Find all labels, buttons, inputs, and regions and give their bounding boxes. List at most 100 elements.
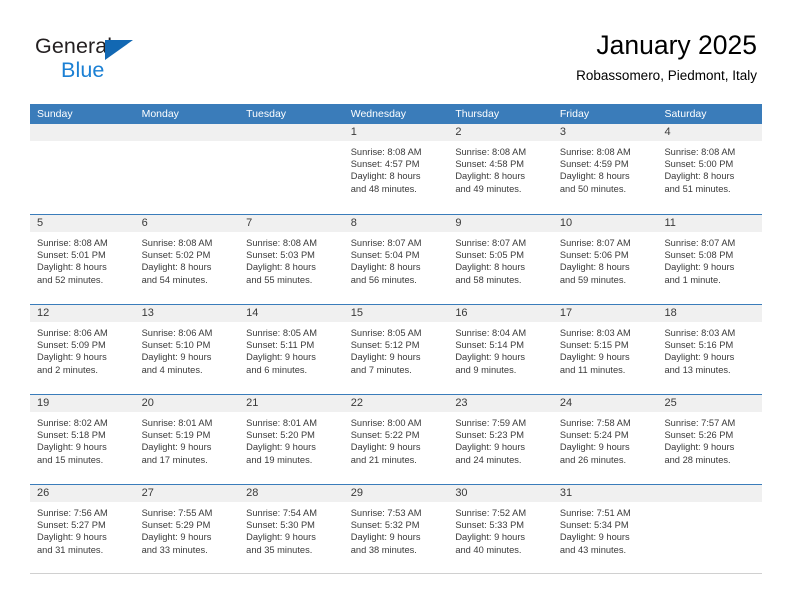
day-detail-line: Sunrise: 8:00 AM: [350, 418, 422, 428]
day-detail-line: and 15 minutes.: [37, 454, 104, 465]
calendar-day-cell[interactable]: 20 Sunrise: 8:01 AM Sunset: 5:19 PM Dayligh…: [134, 395, 240, 484]
day-detail-line: Sunset: 5:01 PM: [37, 250, 106, 261]
day-details: Sunrise: 8:07 AM Sunset: 5:08 PM Daylight:…: [657, 232, 762, 286]
day-detail-line: Sunset: 5:34 PM: [559, 520, 629, 531]
day-detail-line: Sunrise: 8:08 AM: [664, 147, 736, 157]
day-detail-line: Daylight: 9 hours: [141, 352, 212, 363]
day-detail-line: Daylight: 9 hours: [37, 352, 107, 363]
calendar-day-cell[interactable]: 1 Sunrise: 8:08 AM Sunset: 4:57 PM Daylight…: [343, 124, 449, 214]
day-detail-line: Daylight: 9 hours: [455, 442, 526, 453]
day-detail-line: Sunrise: 8:08 AM: [37, 238, 108, 248]
day-number: 28: [246, 487, 259, 499]
day-of-week-header-row: Sunday Monday Tuesday Wednesday Thursday Frid…: [30, 104, 762, 124]
calendar-day-cell[interactable]: 16 Sunrise: 8:04 AM Sunset: 5:14 PM Dayligh…: [448, 305, 553, 394]
calendar-day-cell[interactable]: 24 Sunrise: 7:58 AM Sunset: 5:24 PM Dayligh…: [552, 395, 658, 484]
day-number-band: [657, 124, 763, 141]
day-detail-line: and 56 minutes.: [350, 274, 417, 285]
calendar-day-cell[interactable]: 28 Sunrise: 7:54 AM Sunset: 5:30 PM Dayligh…: [239, 485, 344, 573]
calendar-day-cell[interactable]: 14 Sunrise: 8:05 AM Sunset: 5:11 PM Dayligh…: [239, 305, 344, 394]
calendar-day-cell[interactable]: 10 Sunrise: 8:07 AM Sunset: 5:06 PM Dayligh…: [552, 215, 658, 304]
day-number-band: [134, 124, 240, 141]
calendar-day-cell[interactable]: 2 Sunrise: 8:08 AM Sunset: 4:58 PM Daylight…: [448, 124, 553, 214]
calendar-day-cell[interactable]: 19 Sunrise: 8:02 AM Sunset: 5:18 PM Dayligh…: [30, 395, 135, 484]
day-detail-line: Sunset: 5:15 PM: [559, 340, 629, 351]
day-detail-line: Sunset: 5:00 PM: [664, 159, 734, 170]
day-number: 23: [455, 397, 468, 409]
day-number: 25: [664, 397, 677, 409]
day-detail-line: Sunset: 5:19 PM: [141, 430, 211, 441]
calendar-day-cell[interactable]: 26 Sunrise: 7:56 AM Sunset: 5:27 PM Dayligh…: [30, 485, 135, 573]
day-detail-line: Sunset: 5:27 PM: [37, 520, 106, 531]
calendar-day-cell[interactable]: 29 Sunrise: 7:53 AM Sunset: 5:32 PM Dayligh…: [343, 485, 449, 573]
day-details: Sunrise: 8:08 AM Sunset: 5:01 PM Daylight:…: [30, 232, 135, 286]
day-number: 19: [37, 397, 50, 409]
day-detail-line: and 7 minutes.: [350, 364, 412, 375]
day-detail-line: Daylight: 9 hours: [37, 532, 107, 543]
day-details: Sunrise: 7:57 AM Sunset: 5:26 PM Daylight:…: [657, 412, 762, 466]
day-detail-line: Sunset: 5:30 PM: [246, 520, 315, 531]
day-detail-line: Daylight: 8 hours: [455, 262, 526, 273]
calendar-day-cell[interactable]: 11 Sunrise: 8:07 AM Sunset: 5:08 PM Dayligh…: [657, 215, 763, 304]
day-detail-line: and 6 minutes.: [246, 364, 308, 375]
day-detail-line: and 35 minutes.: [246, 544, 313, 555]
generalblue-logo[interactable]: General Blue: [35, 34, 235, 86]
day-number: 18: [664, 307, 677, 319]
day-of-week-header-friday: Friday: [559, 108, 590, 120]
day-detail-line: Daylight: 8 hours: [664, 171, 735, 182]
day-number-band: [448, 215, 553, 232]
day-number: 12: [37, 307, 50, 319]
day-detail-line: and 26 minutes.: [559, 454, 627, 465]
calendar-day-cell[interactable]: 17 Sunrise: 8:03 AM Sunset: 5:15 PM Dayligh…: [552, 305, 658, 394]
day-detail-line: and 54 minutes.: [141, 274, 208, 285]
calendar-day-cell-empty: [239, 124, 344, 214]
day-detail-line: Sunrise: 8:07 AM: [455, 238, 527, 248]
title-block: January 2025 Robassomero, Piedmont, Ital…: [576, 28, 757, 86]
day-number: 7: [246, 217, 253, 229]
calendar-day-cell[interactable]: 22 Sunrise: 8:00 AM Sunset: 5:22 PM Dayligh…: [343, 395, 449, 484]
day-detail-line: Sunset: 5:18 PM: [37, 430, 106, 441]
calendar-day-cell[interactable]: 3 Sunrise: 8:08 AM Sunset: 4:59 PM Daylight…: [552, 124, 658, 214]
day-detail-line: Sunset: 5:16 PM: [664, 340, 734, 351]
day-number: 1: [350, 126, 357, 138]
day-detail-line: Sunrise: 7:56 AM: [37, 508, 108, 518]
day-number: 10: [559, 217, 573, 229]
calendar-day-cell[interactable]: 21 Sunrise: 8:01 AM Sunset: 5:20 PM Dayligh…: [239, 395, 344, 484]
day-details: Sunrise: 8:08 AM Sunset: 4:59 PM Daylight:…: [553, 141, 658, 195]
calendar-day-cell[interactable]: 8 Sunrise: 8:07 AM Sunset: 5:04 PM Daylight…: [343, 215, 449, 304]
calendar-day-cell[interactable]: 23 Sunrise: 7:59 AM Sunset: 5:23 PM Dayligh…: [448, 395, 553, 484]
day-number-band: [134, 215, 240, 232]
day-number: 22: [350, 397, 363, 409]
calendar-day-cell-empty: [657, 485, 763, 573]
day-detail-line: Daylight: 9 hours: [246, 442, 316, 453]
calendar-day-cell[interactable]: 12 Sunrise: 8:06 AM Sunset: 5:09 PM Dayligh…: [30, 305, 135, 394]
calendar-day-cell[interactable]: 7 Sunrise: 8:08 AM Sunset: 5:03 PM Daylight…: [239, 215, 344, 304]
day-details: Sunrise: 8:08 AM Sunset: 5:02 PM Daylight:…: [135, 232, 240, 286]
calendar-day-cell[interactable]: 25 Sunrise: 7:57 AM Sunset: 5:26 PM Dayligh…: [657, 395, 763, 484]
day-of-week-header-monday: Monday: [141, 108, 179, 120]
calendar-grid: Sunday Monday Tuesday Wednesday Thursday Frid…: [30, 104, 763, 574]
day-number: 5: [37, 217, 44, 229]
day-detail-line: Sunset: 5:12 PM: [350, 340, 420, 351]
calendar-day-cell[interactable]: 4 Sunrise: 8:08 AM Sunset: 5:00 PM Daylight…: [657, 124, 763, 214]
day-detail-line: Daylight: 9 hours: [141, 442, 212, 453]
day-number: 14: [246, 307, 259, 319]
calendar-day-cell[interactable]: 31 Sunrise: 7:51 AM Sunset: 5:34 PM Dayligh…: [552, 485, 658, 573]
calendar-day-cell[interactable]: 18 Sunrise: 8:03 AM Sunset: 5:16 PM Dayligh…: [657, 305, 763, 394]
calendar-day-cell[interactable]: 13 Sunrise: 8:06 AM Sunset: 5:10 PM Dayligh…: [134, 305, 240, 394]
day-detail-line: and 17 minutes.: [141, 454, 208, 465]
calendar-day-cell[interactable]: 5 Sunrise: 8:08 AM Sunset: 5:01 PM Daylight…: [30, 215, 135, 304]
calendar-day-cell[interactable]: 30 Sunrise: 7:52 AM Sunset: 5:33 PM Dayligh…: [448, 485, 553, 573]
day-detail-line: Sunrise: 8:08 AM: [350, 147, 422, 157]
day-detail-line: Daylight: 9 hours: [455, 352, 526, 363]
day-detail-line: Sunrise: 7:59 AM: [455, 418, 527, 428]
day-detail-line: Sunrise: 7:55 AM: [141, 508, 213, 518]
calendar-day-cell[interactable]: 27 Sunrise: 7:55 AM Sunset: 5:29 PM Dayligh…: [134, 485, 240, 573]
calendar-day-cell[interactable]: 9 Sunrise: 8:07 AM Sunset: 5:05 PM Daylight…: [448, 215, 553, 304]
day-detail-line: Daylight: 9 hours: [664, 352, 735, 363]
day-detail-line: and 40 minutes.: [455, 544, 522, 555]
day-detail-line: Sunrise: 8:07 AM: [350, 238, 422, 248]
day-number-band: [657, 485, 763, 502]
calendar-weeks: 1 Sunrise: 8:08 AM Sunset: 4:57 PM Daylight…: [30, 124, 763, 574]
calendar-day-cell[interactable]: 15 Sunrise: 8:05 AM Sunset: 5:12 PM Dayligh…: [343, 305, 449, 394]
calendar-day-cell[interactable]: 6 Sunrise: 8:08 AM Sunset: 5:02 PM Daylight…: [134, 215, 240, 304]
